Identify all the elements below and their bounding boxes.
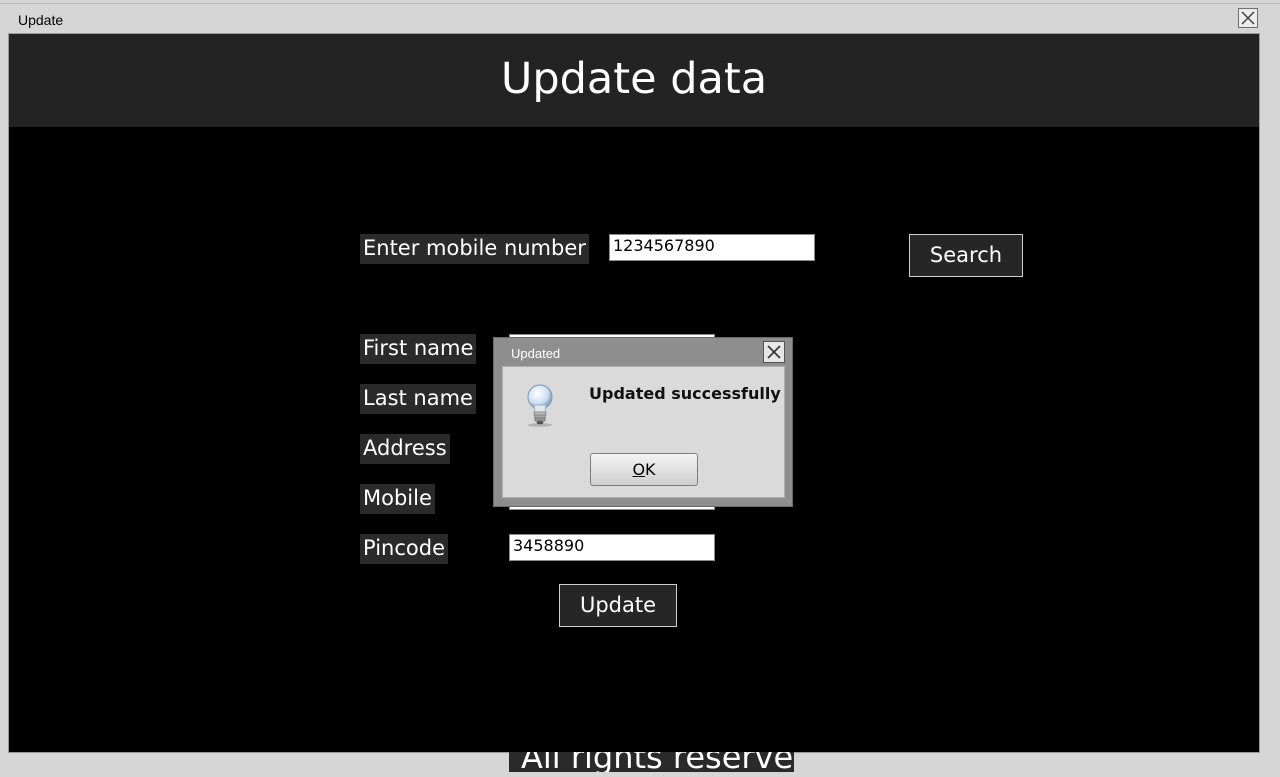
- pincode-field[interactable]: 3458890: [509, 534, 715, 561]
- page-title: Update data: [500, 54, 768, 104]
- dialog-title: Updated: [511, 346, 561, 361]
- ok-label-rest: K: [645, 460, 656, 479]
- first-name-label: First name: [360, 334, 477, 364]
- window-title: Update: [18, 12, 64, 28]
- footer-text: All rights reserved: [521, 752, 794, 772]
- ok-button[interactable]: OK: [590, 453, 698, 486]
- pincode-label: Pincode: [360, 534, 448, 564]
- close-icon: [767, 345, 781, 359]
- dialog-close-button[interactable]: [763, 341, 785, 363]
- close-icon: [1241, 11, 1255, 25]
- window-bottom-edge: [0, 773, 1280, 777]
- window-close-button[interactable]: [1238, 8, 1258, 28]
- last-name-label: Last name: [360, 384, 476, 414]
- address-label: Address: [360, 434, 450, 464]
- window-titlebar: Update: [0, 3, 1280, 34]
- dialog-body: Updated successfully OK: [502, 366, 785, 498]
- mobile-search-label: Enter mobile number: [360, 234, 589, 264]
- search-button[interactable]: Search: [909, 234, 1023, 277]
- update-button[interactable]: Update: [559, 584, 677, 627]
- lightbulb-icon: [527, 384, 553, 427]
- dialog-message: Updated successfully: [589, 384, 781, 403]
- mobile-search-input[interactable]: 1234567890: [609, 234, 815, 261]
- header-bar: Update data: [9, 34, 1259, 127]
- updated-dialog: Updated Updated successfully OK: [493, 337, 793, 507]
- mobile-label: Mobile: [360, 484, 435, 514]
- footer-text-box: All rights reserved: [509, 752, 794, 772]
- ok-mnemonic: O: [632, 460, 646, 479]
